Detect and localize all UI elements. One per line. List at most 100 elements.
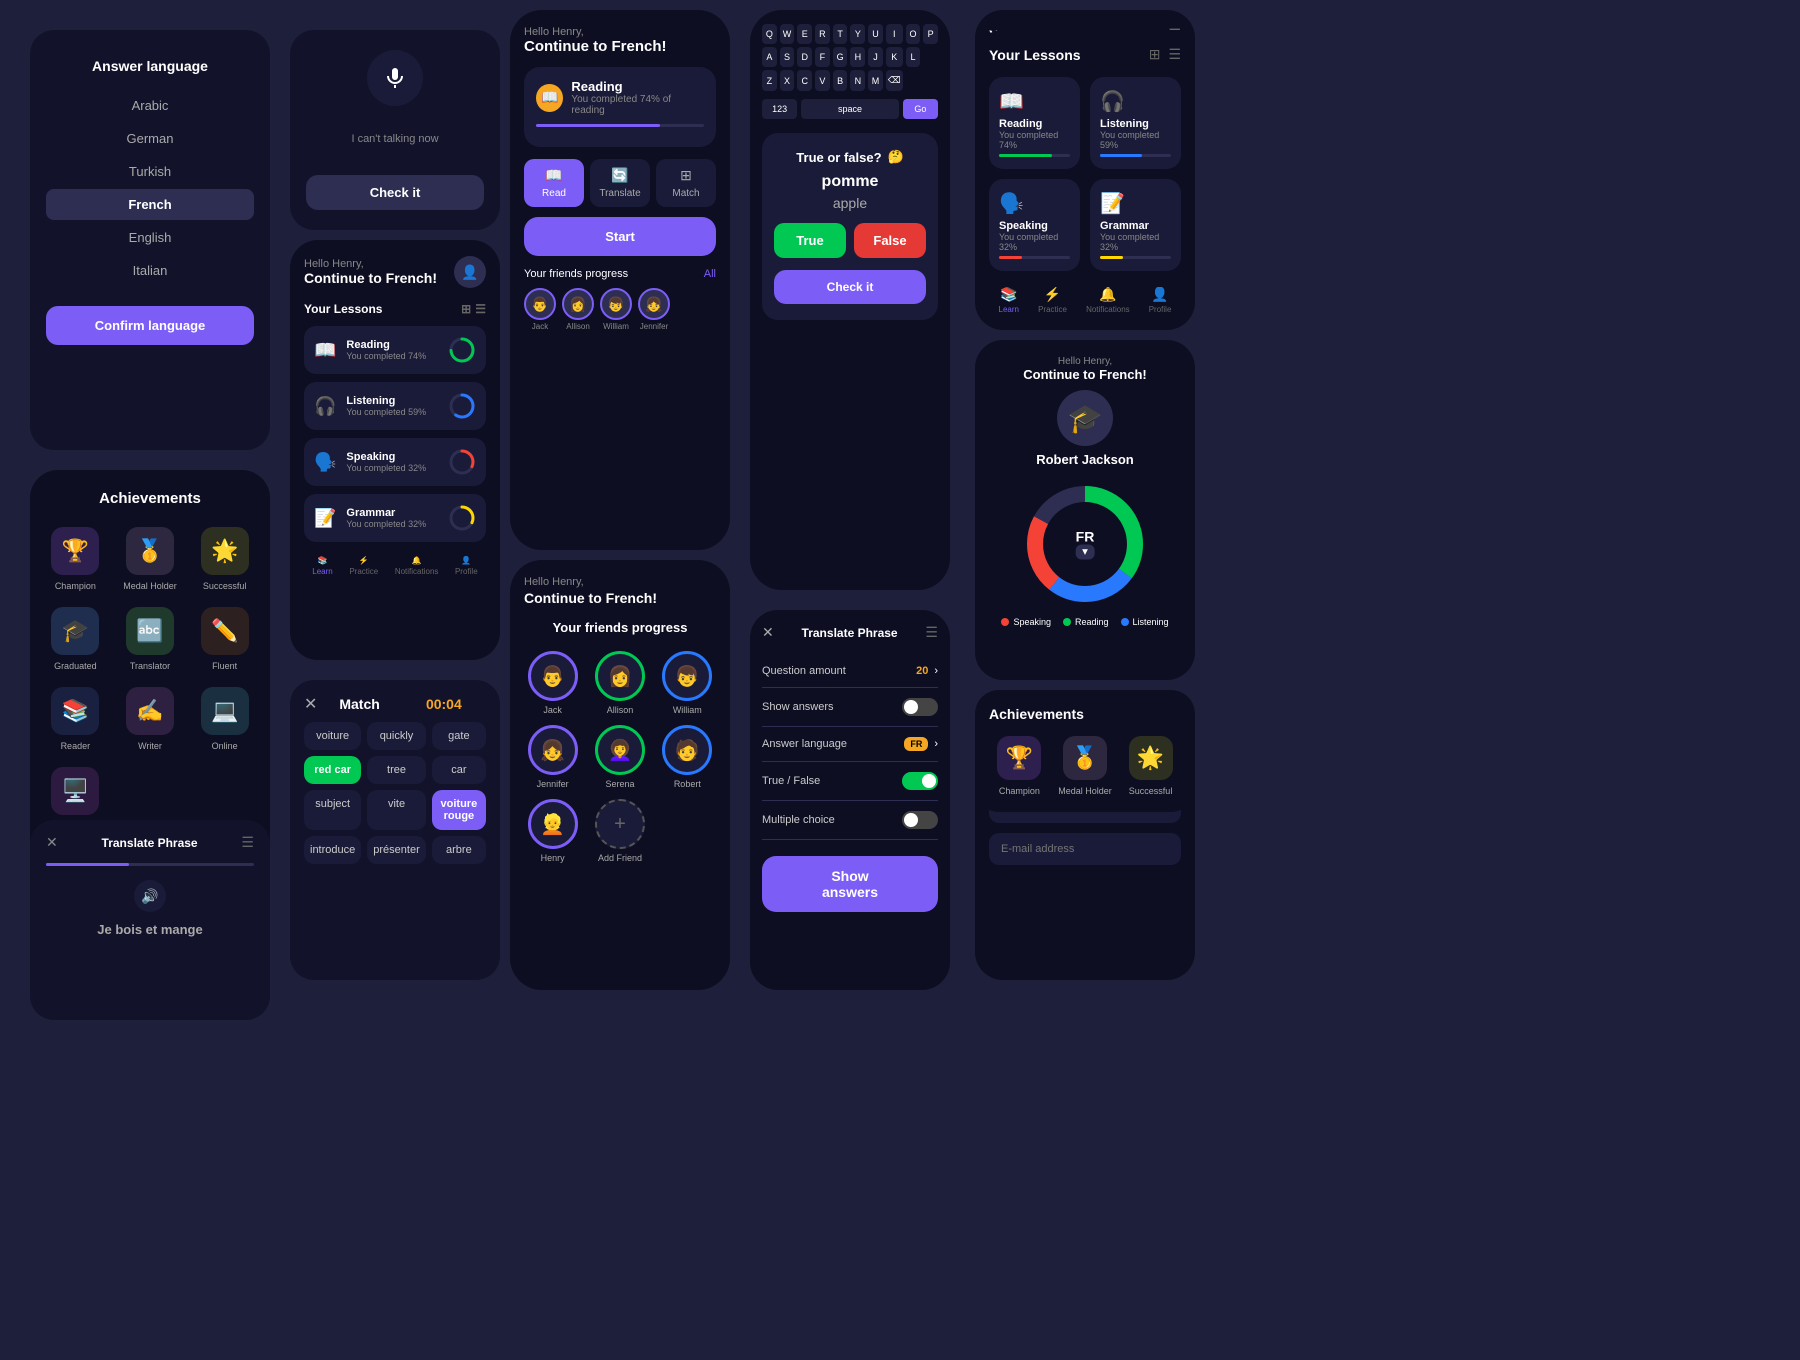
tab-translate[interactable]: 🔄 Translate (590, 159, 650, 207)
nav-notifications[interactable]: 🔔 Notifications (1086, 286, 1130, 314)
confirm-language-button[interactable]: Confirm language (46, 306, 254, 345)
arrow-right2-icon[interactable]: › (934, 738, 938, 750)
key-a[interactable]: A (762, 47, 777, 67)
word-tree[interactable]: tree (367, 756, 425, 784)
true-false-toggle[interactable] (902, 772, 938, 790)
tab-read[interactable]: 📖 Read (524, 159, 584, 207)
key-k[interactable]: K (886, 47, 903, 67)
word-car[interactable]: car (432, 756, 486, 784)
grid2-icon[interactable]: ⊞ (461, 302, 471, 316)
word-presenter[interactable]: présenter (367, 836, 425, 864)
ach-writer[interactable]: ✍️ Writer (121, 687, 180, 751)
ach-translator[interactable]: 🔤 Translator (121, 607, 180, 671)
multiple-choice-toggle[interactable] (902, 811, 938, 829)
hello-lesson-grammar[interactable]: 📝 Grammar You completed 32% (304, 494, 486, 542)
lang-turkish[interactable]: Turkish (46, 156, 254, 187)
nav-practice[interactable]: ⚡ Practice (349, 556, 378, 576)
hello-lesson-reading[interactable]: 📖 Reading You completed 74% (304, 326, 486, 374)
word-gate[interactable]: gate (432, 722, 486, 750)
word-introduce[interactable]: introduce (304, 836, 361, 864)
check-it-button[interactable]: Check it (306, 175, 484, 210)
key-m[interactable]: M (868, 70, 883, 91)
key-j[interactable]: J (868, 47, 883, 67)
tf-true-button[interactable]: True (774, 223, 846, 258)
ach-right-successful[interactable]: 🌟 Successful (1129, 736, 1173, 796)
key-v[interactable]: V (815, 70, 830, 91)
nav-learn[interactable]: 📚 Learn (999, 286, 1019, 314)
key-x[interactable]: X (780, 70, 795, 91)
key-f[interactable]: F (815, 47, 830, 67)
mic-button[interactable] (367, 50, 423, 106)
match-close-button[interactable]: ✕ (304, 694, 317, 714)
translate-small-close[interactable]: ✕ (46, 834, 58, 851)
chart-dropdown[interactable]: ▾ (1076, 545, 1095, 560)
add-friend[interactable]: + Add Friend (591, 799, 648, 863)
key-space[interactable]: space (801, 99, 899, 119)
lesson-right-listening[interactable]: 🎧 Listening You completed 59% (1090, 77, 1181, 169)
arrow-right-icon[interactable]: › (934, 665, 938, 677)
ach-graduated[interactable]: 🎓 Graduated (46, 607, 105, 671)
start-button[interactable]: Start (524, 217, 716, 256)
friends-all-link[interactable]: All (704, 268, 716, 280)
ach-right-champion[interactable]: 🏆 Champion (997, 736, 1041, 796)
word-red-car[interactable]: red car (304, 756, 361, 784)
menu3-icon[interactable]: ☰ (1168, 46, 1181, 63)
key-go[interactable]: Go (903, 99, 938, 119)
ach-successful[interactable]: 🌟 Successful (195, 527, 254, 591)
hello-lesson-listening[interactable]: 🎧 Listening You completed 59% (304, 382, 486, 430)
speaker-button[interactable]: 🔊 (134, 880, 166, 912)
key-n[interactable]: N (850, 70, 865, 91)
tf-check-button[interactable]: Check it (774, 270, 926, 304)
lang-french[interactable]: French (46, 189, 254, 220)
word-quickly[interactable]: quickly (367, 722, 425, 750)
key-q[interactable]: Q (762, 24, 777, 44)
ach-champion[interactable]: 🏆 Champion (46, 527, 105, 591)
grid3-icon[interactable]: ⊞ (1149, 46, 1161, 63)
lesson-right-speaking[interactable]: 🗣️ Speaking You completed 32% (989, 179, 1080, 271)
ach-right-medal[interactable]: 🥇 Medal Holder (1058, 736, 1112, 796)
key-i[interactable]: I (886, 24, 903, 44)
nav-practice[interactable]: ⚡ Practice (1038, 286, 1067, 314)
key-s[interactable]: S (780, 47, 795, 67)
key-backspace[interactable]: ⌫ (886, 70, 903, 91)
lang-german[interactable]: German (46, 123, 254, 154)
nav-profile[interactable]: 👤 Profile (1149, 286, 1172, 314)
word-subject[interactable]: subject (304, 790, 361, 830)
word-arbre[interactable]: arbre (432, 836, 486, 864)
show-answers-button[interactable]: Show answers (762, 856, 938, 912)
key-z[interactable]: Z (762, 70, 777, 91)
ts-menu-icon[interactable]: ☰ (925, 624, 938, 641)
nav-learn[interactable]: 📚 Learn (312, 556, 332, 576)
key-t[interactable]: T (833, 24, 848, 44)
key-l[interactable]: L (906, 47, 921, 67)
word-vite[interactable]: vite (367, 790, 425, 830)
show-answers-toggle[interactable] (902, 698, 938, 716)
key-p[interactable]: P (923, 24, 938, 44)
key-123[interactable]: 123 (762, 99, 797, 119)
key-c[interactable]: C (797, 70, 812, 91)
key-b[interactable]: B (833, 70, 848, 91)
lang-arabic[interactable]: Arabic (46, 90, 254, 121)
ts-small-menu-icon[interactable]: ☰ (241, 834, 254, 851)
ach-online[interactable]: 💻 Online (195, 687, 254, 751)
lang-english[interactable]: English (46, 222, 254, 253)
nav-profile[interactable]: 👤 Profile (455, 556, 478, 576)
email-input[interactable] (989, 833, 1181, 865)
tab-match[interactable]: ⊞ Match (656, 159, 716, 207)
word-voiture-rouge[interactable]: voiture rouge (432, 790, 486, 830)
key-e[interactable]: E (797, 24, 812, 44)
key-w[interactable]: W (780, 24, 795, 44)
ach-medal-holder[interactable]: 🥇 Medal Holder (121, 527, 180, 591)
key-h[interactable]: H (850, 47, 865, 67)
key-y[interactable]: Y (850, 24, 865, 44)
nav-notifications[interactable]: 🔔 Notifications (395, 556, 439, 576)
key-r[interactable]: R (815, 24, 830, 44)
lang-italian[interactable]: Italian (46, 255, 254, 286)
lesson-right-reading[interactable]: 📖 Reading You completed 74% (989, 77, 1080, 169)
ach-reader[interactable]: 📚 Reader (46, 687, 105, 751)
ach-fluent[interactable]: ✏️ Fluent (195, 607, 254, 671)
menu2-icon[interactable]: ☰ (475, 302, 486, 316)
key-u[interactable]: U (868, 24, 883, 44)
hello-lesson-speaking[interactable]: 🗣️ Speaking You completed 32% (304, 438, 486, 486)
tf-false-button[interactable]: False (854, 223, 926, 258)
